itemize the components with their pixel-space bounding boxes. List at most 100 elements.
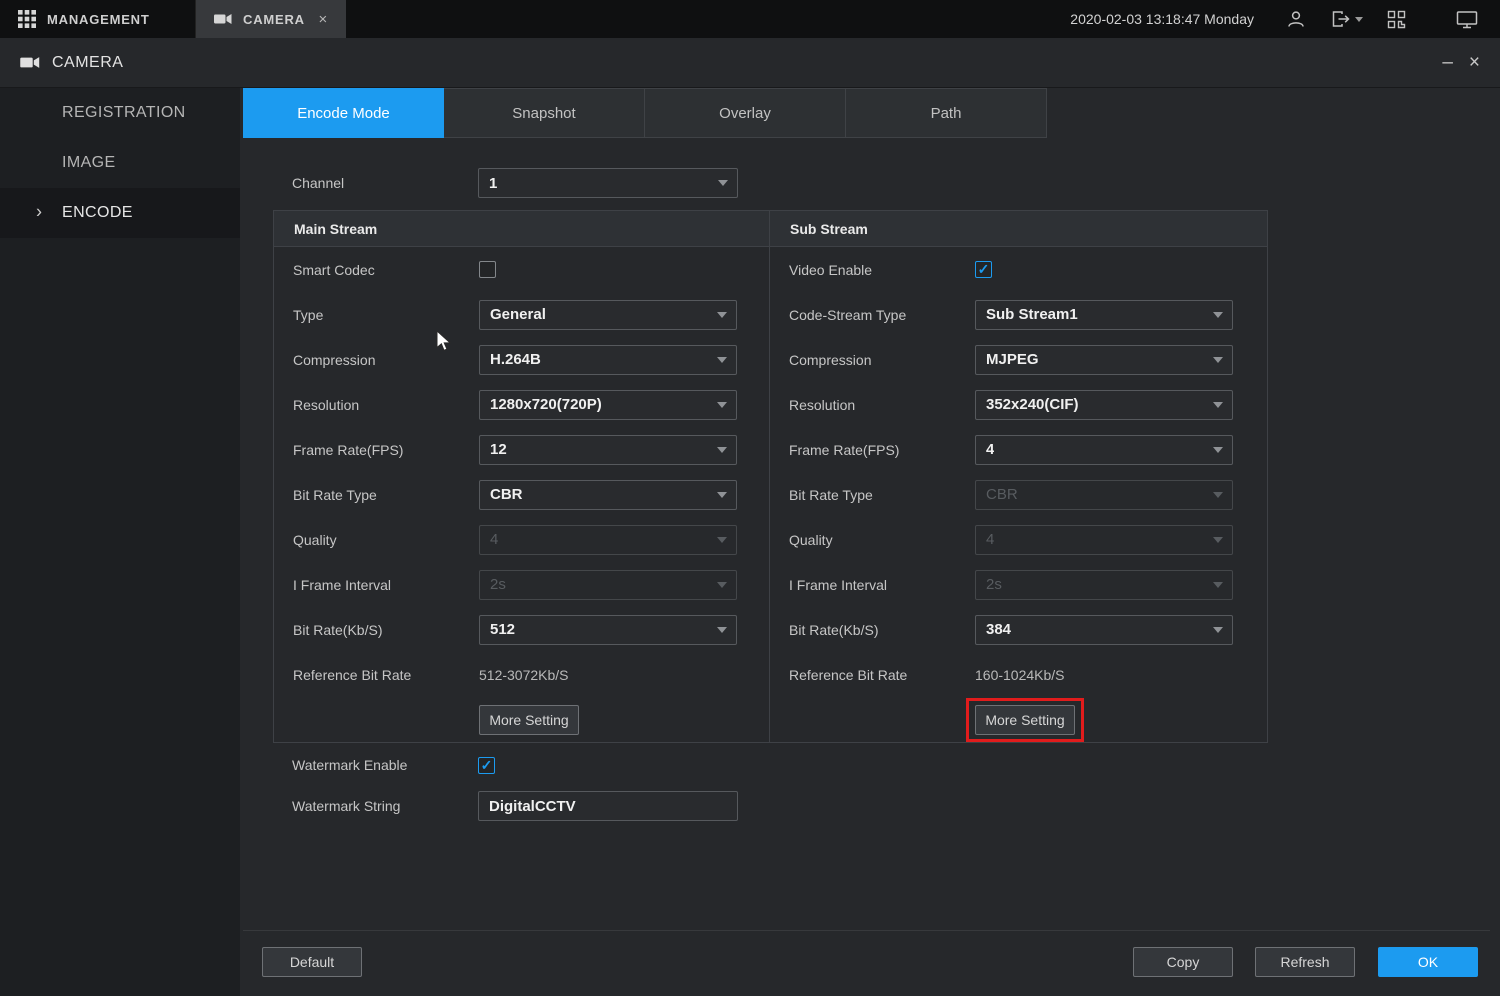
field-label: Resolution (293, 397, 479, 413)
chevron-down-icon (1213, 357, 1223, 363)
field-row: Frame Rate(FPS) 12 (274, 427, 769, 472)
field-row: I Frame Interval 2s (770, 562, 1267, 607)
field-row: Code-Stream Type Sub Stream1 (770, 292, 1267, 337)
field-row: Compression H.264B (274, 337, 769, 382)
sub-more-setting-button[interactable]: More Setting (975, 705, 1075, 735)
qr-code-icon[interactable] (1387, 10, 1406, 29)
minimize-icon[interactable]: – (1442, 53, 1453, 72)
field-label: Watermark String (292, 798, 478, 814)
field-label: I Frame Interval (293, 577, 479, 593)
chevron-down-icon (717, 357, 727, 363)
chevron-down-icon (717, 537, 727, 543)
sidebar-item-encode[interactable]: › ENCODE (0, 188, 240, 238)
main-type-dropdown[interactable]: General (479, 300, 737, 330)
field-label: Frame Rate(FPS) (293, 442, 479, 458)
sub-frame-rate-dropdown[interactable]: 4 (975, 435, 1233, 465)
field-row: Compression MJPEG (770, 337, 1267, 382)
content-tabs: Encode Mode Snapshot Overlay Path (243, 88, 1047, 138)
field-row: Bit Rate(Kb/S) 384 (770, 607, 1267, 652)
main-frame-rate-dropdown[interactable]: 12 (479, 435, 737, 465)
sub-bit-rate-dropdown[interactable]: 384 (975, 615, 1233, 645)
field-row: Bit Rate Type CBR (274, 472, 769, 517)
field-label: Smart Codec (293, 262, 479, 278)
topbar-right: 2020-02-03 13:18:47 Monday (1070, 9, 1500, 29)
watermark-enable-checkbox[interactable]: ✓ (478, 757, 495, 774)
field-label: Reference Bit Rate (293, 667, 479, 683)
main-quality-dropdown: 4 (479, 525, 737, 555)
sidebar-item-image[interactable]: IMAGE (0, 138, 240, 188)
field-label: Bit Rate(Kb/S) (293, 622, 479, 638)
tab-overlay[interactable]: Overlay (645, 88, 846, 138)
display-switch-icon[interactable] (1456, 10, 1478, 29)
sub-code-stream-type-dropdown[interactable]: Sub Stream1 (975, 300, 1233, 330)
grid-icon (18, 10, 36, 28)
main-bit-rate-type-dropdown[interactable]: CBR (479, 480, 737, 510)
tab-snapshot[interactable]: Snapshot (444, 88, 645, 138)
video-enable-checkbox[interactable]: ✓ (975, 261, 992, 278)
page-title: CAMERA (52, 54, 123, 72)
smart-codec-checkbox[interactable]: ✓ (479, 261, 496, 278)
close-icon[interactable]: × (1469, 53, 1480, 72)
chevron-down-icon (718, 180, 728, 186)
chevron-down-icon (1213, 402, 1223, 408)
tab-label: Path (931, 105, 962, 122)
field-label: Frame Rate(FPS) (789, 442, 975, 458)
management-tab-label: MANAGEMENT (47, 12, 150, 27)
chevron-down-icon (717, 492, 727, 498)
field-row: Bit Rate Type CBR (770, 472, 1267, 517)
field-row: Smart Codec ✓ (274, 247, 769, 292)
ok-button[interactable]: OK (1378, 947, 1478, 977)
titlebar-camera-icon (20, 56, 40, 69)
reference-bit-rate-value: 512-3072Kb/S (479, 667, 569, 683)
sidebar-item-registration[interactable]: REGISTRATION (0, 88, 240, 138)
main-more-setting-button[interactable]: More Setting (479, 705, 579, 735)
management-tab[interactable]: MANAGEMENT (0, 0, 196, 38)
field-row: Reference Bit Rate 512-3072Kb/S (274, 652, 769, 697)
camera-tab[interactable]: CAMERA × (196, 0, 346, 38)
watermark-string-input[interactable] (478, 791, 738, 821)
user-icon[interactable] (1286, 9, 1306, 29)
default-button[interactable]: Default (262, 947, 362, 977)
field-label: Compression (293, 352, 479, 368)
check-icon: ✓ (978, 262, 990, 276)
sub-resolution-dropdown[interactable]: 352x240(CIF) (975, 390, 1233, 420)
camera-icon (214, 13, 232, 25)
panel-title: Main Stream (274, 211, 769, 247)
chevron-down-icon (717, 447, 727, 453)
refresh-button[interactable]: Refresh (1255, 947, 1355, 977)
tab-label: Snapshot (512, 105, 575, 122)
window-controls: – × (1442, 53, 1480, 72)
field-label: Quality (293, 532, 479, 548)
camera-tab-close-icon[interactable]: × (318, 11, 328, 28)
field-row: Type General (274, 292, 769, 337)
sub-i-frame-interval-dropdown: 2s (975, 570, 1233, 600)
channel-label: Channel (292, 175, 478, 191)
tab-label: Encode Mode (297, 105, 390, 122)
copy-button[interactable]: Copy (1133, 947, 1233, 977)
field-label: Bit Rate(Kb/S) (789, 622, 975, 638)
main-resolution-dropdown[interactable]: 1280x720(720P) (479, 390, 737, 420)
field-row: I Frame Interval 2s (274, 562, 769, 607)
chevron-down-icon (1213, 312, 1223, 318)
tab-path[interactable]: Path (846, 88, 1047, 138)
field-row: More Setting (274, 697, 769, 742)
field-label: Bit Rate Type (293, 487, 479, 503)
channel-row: Channel 1 (292, 168, 738, 198)
field-row: Frame Rate(FPS) 4 (770, 427, 1267, 472)
field-row: More Setting (770, 697, 1267, 742)
main-compression-dropdown[interactable]: H.264B (479, 345, 737, 375)
chevron-down-icon (717, 627, 727, 633)
field-row: Bit Rate(Kb/S) 512 (274, 607, 769, 652)
reference-bit-rate-value: 160-1024Kb/S (975, 667, 1065, 683)
datetime-display: 2020-02-03 13:18:47 Monday (1070, 11, 1254, 27)
channel-dropdown[interactable]: 1 (478, 168, 738, 198)
sidebar-item-label: ENCODE (62, 204, 133, 222)
chevron-down-icon (717, 312, 727, 318)
logout-icon[interactable] (1330, 9, 1363, 29)
field-label: Resolution (789, 397, 975, 413)
stream-panels: Main Stream Smart Codec ✓ Type General C… (273, 210, 1268, 743)
tab-encode-mode[interactable]: Encode Mode (243, 88, 444, 138)
sidebar: REGISTRATION IMAGE › ENCODE (0, 88, 240, 996)
sub-compression-dropdown[interactable]: MJPEG (975, 345, 1233, 375)
main-bit-rate-dropdown[interactable]: 512 (479, 615, 737, 645)
